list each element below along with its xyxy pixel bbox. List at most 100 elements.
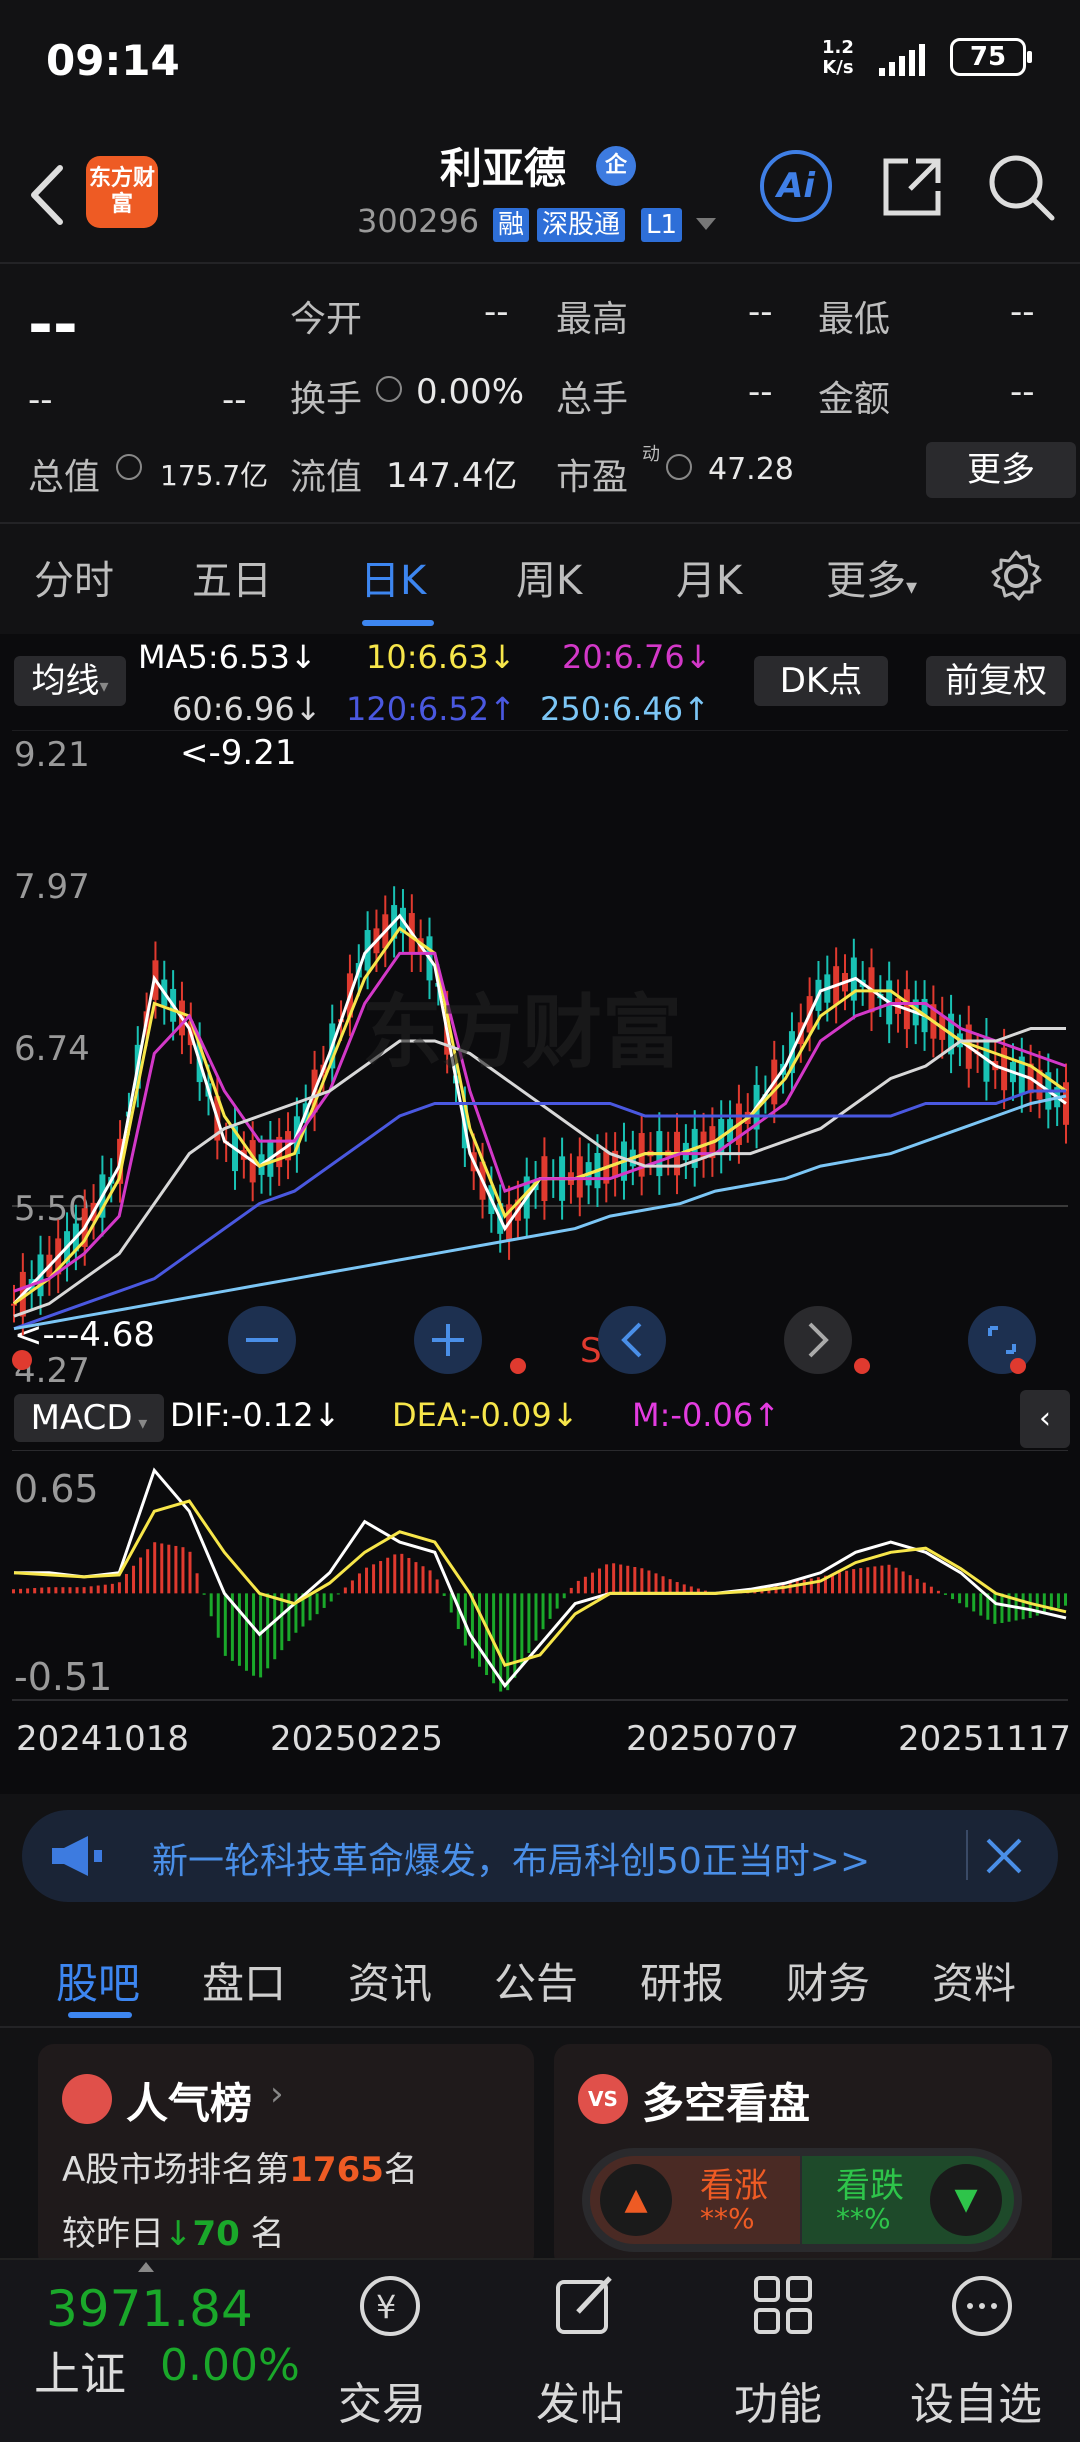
functions-icon[interactable] [746, 2268, 822, 2344]
macd-bar [237, 1593, 241, 1666]
macd-bar [223, 1593, 227, 1656]
signal-dot [12, 1350, 32, 1370]
macd-bar [633, 1567, 637, 1594]
macd-bar [972, 1593, 976, 1612]
macd-bar [350, 1580, 354, 1594]
macd-bar [442, 1593, 446, 1596]
macd-bar [61, 1587, 65, 1594]
tab-forum[interactable]: 股吧 [56, 1950, 140, 2011]
share-icon[interactable] [880, 155, 944, 219]
macd-bar [873, 1566, 877, 1594]
macd-bar [216, 1593, 220, 1638]
post-icon[interactable] [548, 2268, 624, 2344]
svg-text:¥: ¥ [376, 2288, 396, 2326]
tab-profile[interactable]: 资料 [932, 1950, 1016, 2011]
macd-bar [626, 1565, 630, 1594]
expand-index-icon[interactable] [138, 2262, 154, 2272]
amount-label: 金额 [818, 379, 891, 420]
macd-bar [124, 1574, 128, 1594]
tab-intraday[interactable]: 分时 [34, 548, 114, 606]
macd-bar [887, 1564, 891, 1594]
macd-bar [252, 1593, 256, 1676]
down-arrow-icon[interactable]: ▼ [930, 2164, 1002, 2236]
signal-dot [854, 1358, 870, 1374]
index-pct[interactable]: 0.00% [160, 2340, 300, 2391]
macd-bar [668, 1579, 672, 1594]
tab-5day[interactable]: 五日 [192, 548, 272, 606]
tab-news[interactable]: 资讯 [348, 1950, 432, 2011]
scroll-right-icon [784, 1306, 852, 1374]
tab-announcements[interactable]: 公告 [494, 1950, 578, 2011]
close-icon[interactable] [984, 1836, 1024, 1876]
macd-bar [372, 1564, 376, 1594]
info-icon[interactable] [666, 454, 692, 480]
macd-line-dea [13, 1499, 1067, 1667]
macd-bar [428, 1570, 432, 1594]
search-icon[interactable] [986, 152, 1056, 222]
macd-bar [393, 1554, 397, 1594]
macd-bar [534, 1593, 538, 1641]
macd-bar [1028, 1593, 1032, 1619]
adjust-button[interactable]: 前复权 [926, 656, 1066, 706]
y-tick: 5.50 [14, 1189, 90, 1229]
tab-monthly-k[interactable]: 月K [676, 548, 742, 606]
nav-trade[interactable]: 交易 [338, 2368, 426, 2432]
macd-bar [1000, 1593, 1004, 1623]
dk-point-button[interactable]: DK点 [754, 656, 888, 706]
macd-bar [244, 1593, 248, 1671]
long-short-title[interactable]: 多空看盘 [642, 2070, 810, 2131]
tab-more[interactable]: 更多▾ [826, 548, 917, 606]
ai-button[interactable]: Ai [760, 150, 832, 222]
ma-lines [12, 913, 1067, 1331]
macd-bar [845, 1570, 849, 1594]
more-quote-button[interactable]: 更多 [926, 442, 1076, 498]
tab-daily-k[interactable]: 日K [360, 548, 426, 606]
macd-bar [541, 1593, 545, 1630]
tab-orderbook[interactable]: 盘口 [202, 1950, 286, 2011]
collapse-panel-icon[interactable]: ‹ [1020, 1390, 1070, 1448]
change-pct: -- [222, 380, 247, 420]
macd-bar [12, 1589, 15, 1594]
macd-bar [329, 1593, 333, 1602]
macd-bar [506, 1593, 510, 1691]
macd-bar [901, 1571, 905, 1594]
index-name[interactable]: 上证 [34, 2338, 126, 2404]
ma-select-button[interactable]: 均线▾ [14, 656, 126, 706]
macd-bar [266, 1593, 270, 1669]
macd-bar [583, 1576, 587, 1594]
app-logo[interactable]: 东方财富 [86, 156, 158, 228]
up-arrow-icon[interactable]: ▲ [600, 2164, 672, 2236]
trade-icon[interactable]: ¥ [352, 2268, 428, 2344]
signal-dot [510, 1358, 526, 1374]
high-label: 最高 [556, 299, 629, 340]
tab-reports[interactable]: 研报 [640, 1950, 724, 2011]
macd-bar [951, 1593, 955, 1600]
back-icon[interactable] [24, 160, 68, 230]
banner-text[interactable]: 新一轮科技革命爆发，布局科创50正当时>> [152, 1832, 870, 1884]
macd-bar [859, 1568, 863, 1594]
expand-code-icon[interactable] [696, 218, 716, 230]
kline-chart[interactable]: 9.21 7.97 6.74 5.50 4.27 <-9.21 <---4.68… [0, 730, 1080, 1390]
macd-bar [40, 1587, 44, 1594]
nav-add-watchlist[interactable]: 设自选 [910, 2368, 1042, 2432]
x-tick: 20241018 [16, 1719, 189, 1759]
index-value[interactable]: 3971.84 [46, 2280, 253, 2338]
bear-label: 看跌 [836, 2166, 904, 2206]
macd-chart[interactable]: 0.65 -0.51 20241018 20250225 20250707 20… [0, 1450, 1080, 1790]
signal-icon [879, 44, 925, 76]
macd-select-button[interactable]: MACD ▾ [14, 1394, 164, 1442]
open-label: 今开 [290, 299, 363, 340]
info-icon[interactable] [376, 376, 402, 402]
tab-weekly-k[interactable]: 周K [516, 548, 582, 606]
change: -- [28, 380, 53, 420]
info-icon[interactable] [116, 454, 142, 480]
macd-bar [68, 1587, 72, 1594]
tab-financials[interactable]: 财务 [786, 1950, 870, 2011]
nav-functions[interactable]: 功能 [734, 2368, 822, 2432]
nav-post[interactable]: 发帖 [536, 2368, 624, 2432]
settings-icon[interactable] [988, 548, 1044, 604]
popularity-title[interactable]: 人气榜 [126, 2070, 252, 2131]
chevron-right-icon[interactable]: › [270, 2074, 284, 2114]
macd-bar [19, 1588, 23, 1594]
watchlist-icon[interactable] [944, 2268, 1020, 2344]
